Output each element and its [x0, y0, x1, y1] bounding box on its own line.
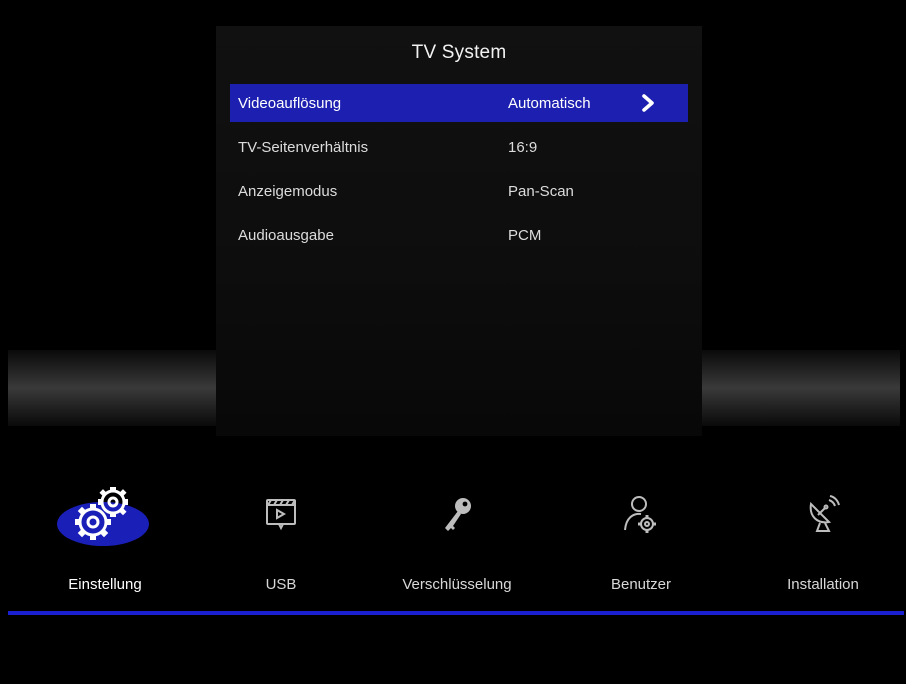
- nav-label: Benutzer: [610, 576, 672, 593]
- nav-label: USB: [265, 576, 297, 593]
- settings-list: Videoauflösung Automatisch TV-Seitenverh…: [230, 84, 688, 260]
- setting-value: Pan-Scan: [508, 182, 574, 200]
- nav-label: Installation: [787, 576, 859, 593]
- nav-item-installation[interactable]: Installation: [748, 466, 898, 606]
- panel-title: TV System: [411, 42, 507, 63]
- setting-audio-output[interactable]: Audioausgabe PCM: [230, 216, 688, 254]
- setting-label: Videoauflösung: [238, 94, 342, 112]
- nav-label: Einstellung: [68, 576, 142, 593]
- tv-screen: TV System Videoauflösung Automatisch TV-…: [0, 0, 906, 684]
- usb-media-icon: [266, 499, 296, 531]
- setting-value: Automatisch: [508, 94, 591, 112]
- user-settings-icon: [624, 496, 656, 533]
- satellite-dish-icon: [809, 495, 840, 532]
- setting-label: Anzeigemodus: [238, 182, 338, 200]
- nav-label: Verschlüsselung: [402, 576, 512, 593]
- setting-label: TV-Seitenverhältnis: [238, 138, 369, 156]
- nav-item-benutzer[interactable]: Benutzer: [566, 466, 716, 606]
- setting-value: 16:9: [508, 138, 538, 156]
- tv-system-panel: TV System Videoauflösung Automatisch TV-…: [216, 26, 702, 436]
- bottom-nav: Einstellung USB Verschlüsselung Benutzer…: [0, 466, 906, 606]
- setting-video-resolution[interactable]: Videoauflösung Automatisch: [230, 84, 688, 122]
- decor-band-left: [8, 350, 216, 426]
- nav-item-verschluesselung[interactable]: Verschlüsselung: [382, 466, 532, 606]
- key-icon: [445, 498, 471, 531]
- setting-display-mode[interactable]: Anzeigemodus Pan-Scan: [230, 172, 688, 210]
- chevron-right-icon[interactable]: [638, 93, 658, 113]
- decor-band-right: [702, 350, 900, 426]
- gears-icon: [57, 487, 149, 546]
- nav-item-einstellung[interactable]: Einstellung: [30, 466, 180, 606]
- setting-value: PCM: [508, 226, 542, 244]
- setting-aspect-ratio[interactable]: TV-Seitenverhältnis 16:9: [230, 128, 688, 166]
- nav-item-usb[interactable]: USB: [206, 466, 356, 606]
- nav-underline: [8, 611, 904, 615]
- setting-label: Audioausgabe: [238, 226, 334, 244]
